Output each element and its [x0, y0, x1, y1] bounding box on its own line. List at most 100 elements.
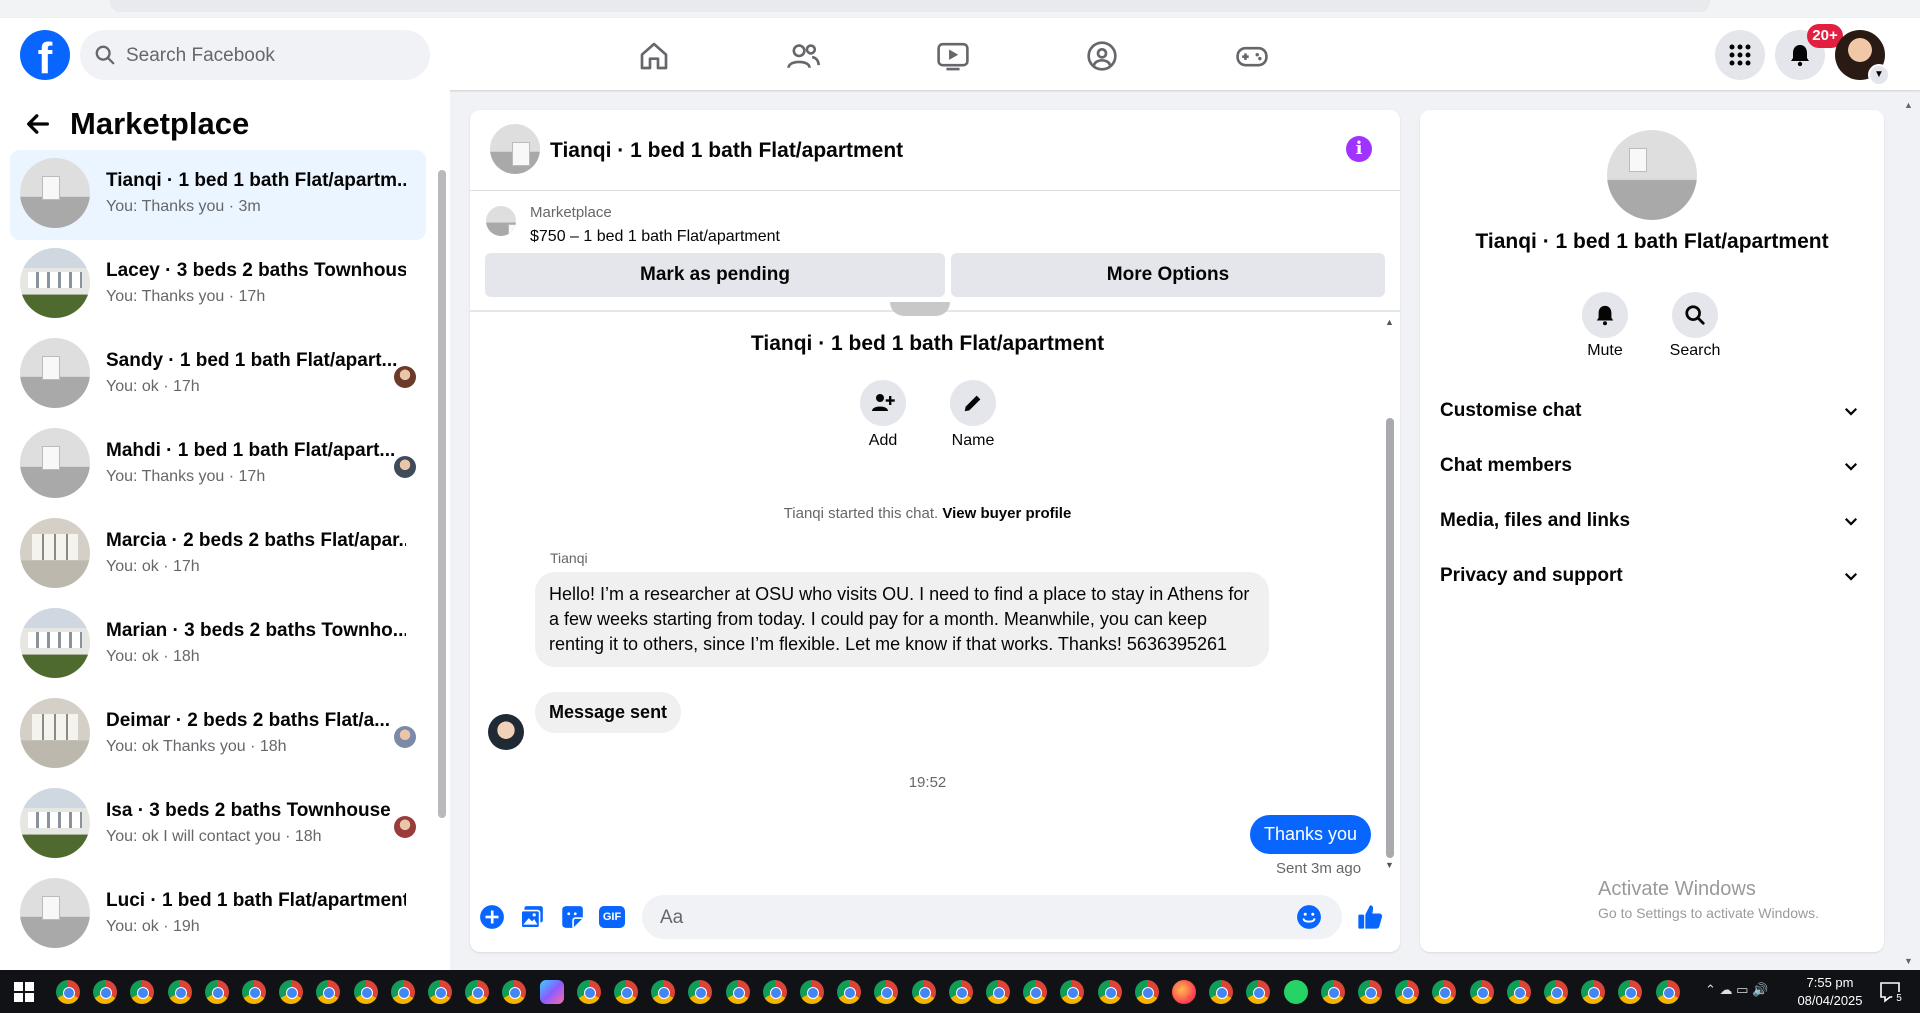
- scroll-down-icon[interactable]: ▼: [1385, 860, 1394, 870]
- chrome-icon[interactable]: [428, 980, 452, 1004]
- page-scroll-down-icon[interactable]: ▼: [1904, 956, 1913, 966]
- section-media-files-links[interactable]: Media, files and links: [1440, 502, 1870, 542]
- chrome-icon[interactable]: [1246, 980, 1271, 1004]
- chrome-icon[interactable]: [1432, 980, 1457, 1004]
- copilot-icon[interactable]: [539, 980, 564, 1004]
- chevron-down-icon[interactable]: ▼: [1868, 64, 1890, 86]
- chrome-icon[interactable]: [911, 980, 936, 1004]
- chrome-icon[interactable]: [56, 980, 80, 1004]
- search-input[interactable]: [124, 30, 418, 82]
- chrome-icon[interactable]: [837, 980, 862, 1004]
- chrome-icon[interactable]: [1506, 980, 1531, 1004]
- listing-thumbnail[interactable]: [486, 206, 516, 236]
- chat-avatar[interactable]: [490, 124, 540, 174]
- chrome-icon[interactable]: [1469, 980, 1494, 1004]
- conversation-item[interactable]: Marian · 3 beds 2 baths Townho... You: ok…: [10, 600, 426, 690]
- chrome-icon[interactable]: [986, 980, 1010, 1004]
- chrome-icon[interactable]: [204, 980, 229, 1004]
- chrome-icon[interactable]: [800, 980, 824, 1004]
- gaming-icon[interactable]: [1232, 36, 1272, 76]
- section-privacy-support[interactable]: Privacy and support: [1440, 557, 1870, 597]
- message-bubble[interactable]: Message sent: [535, 692, 682, 733]
- chrome-icon[interactable]: [651, 980, 676, 1004]
- chrome-icon[interactable]: [279, 980, 304, 1004]
- address-bar[interactable]: [110, 0, 1710, 12]
- details-avatar[interactable]: [1607, 130, 1697, 220]
- firefox-icon[interactable]: [1172, 980, 1196, 1004]
- chrome-icon[interactable]: [1544, 980, 1568, 1004]
- conversation-item[interactable]: Marcia · 2 beds 2 baths Flat/apar... You:…: [10, 510, 426, 600]
- chrome-icon[interactable]: [1097, 980, 1122, 1004]
- conversation-item[interactable]: Luci · 1 bed 1 bath Flat/apartment You: o…: [10, 870, 426, 960]
- friends-icon[interactable]: [783, 36, 823, 76]
- section-chat-members[interactable]: Chat members: [1440, 447, 1870, 487]
- listing-price[interactable]: $750 – 1 bed 1 bath Flat/apartment: [530, 228, 780, 246]
- chrome-icon[interactable]: [242, 980, 266, 1004]
- chrome-icon[interactable]: [762, 980, 787, 1004]
- system-tray[interactable]: ⌃ ☁ ▭ 🔊: [1705, 982, 1768, 998]
- chrome-icon[interactable]: [576, 980, 601, 1004]
- more-options-button[interactable]: More Options: [951, 253, 1385, 297]
- conversation-item[interactable]: Sandy · 1 bed 1 bath Flat/apart... You: o…: [10, 330, 426, 420]
- chrome-icon[interactable]: [614, 980, 638, 1004]
- menu-grid-button[interactable]: [1715, 30, 1765, 80]
- groups-icon[interactable]: [1082, 36, 1122, 76]
- chat-scrollbar[interactable]: [1386, 418, 1394, 858]
- chrome-icon[interactable]: [1320, 980, 1345, 1004]
- windows-start-icon[interactable]: [14, 982, 34, 1002]
- scroll-up-icon[interactable]: ▲: [1385, 317, 1394, 327]
- chrome-icon[interactable]: [130, 980, 155, 1004]
- search-in-chat-button[interactable]: [1672, 292, 1718, 338]
- emoji-icon[interactable]: [1296, 904, 1322, 930]
- chrome-icon[interactable]: [1209, 980, 1234, 1004]
- chrome-icon[interactable]: [167, 980, 192, 1004]
- sticker-button[interactable]: [558, 903, 586, 931]
- page-scroll-up-icon[interactable]: ▲: [1904, 100, 1913, 110]
- chrome-icon[interactable]: [1134, 980, 1159, 1004]
- chrome-icon[interactable]: [948, 980, 973, 1004]
- like-button[interactable]: [1356, 903, 1384, 931]
- sender-avatar[interactable]: [488, 714, 524, 750]
- more-actions-button[interactable]: [478, 903, 506, 931]
- chrome-icon[interactable]: [390, 980, 415, 1004]
- chrome-icon[interactable]: [1655, 980, 1680, 1004]
- conversation-item[interactable]: Deimar · 2 beds 2 baths Flat/a... You: ok…: [10, 690, 426, 780]
- message-bubble[interactable]: Hello! I’m a researcher at OSU who visit…: [535, 572, 1269, 667]
- chrome-icon[interactable]: [353, 980, 378, 1004]
- view-buyer-profile-link[interactable]: View buyer profile: [942, 505, 1071, 522]
- conversation-item[interactable]: Tianqi · 1 bed 1 bath Flat/apartm... You:…: [10, 150, 426, 240]
- section-customise-chat[interactable]: Customise chat: [1440, 392, 1870, 432]
- my-message-bubble[interactable]: Thanks you: [1250, 815, 1372, 854]
- conversation-item[interactable]: Mahdi · 1 bed 1 bath Flat/apart... You: T…: [10, 420, 426, 510]
- search-box[interactable]: [80, 30, 430, 82]
- chrome-icon[interactable]: [688, 980, 713, 1004]
- mark-as-pending-button[interactable]: Mark as pending: [485, 253, 945, 297]
- taskbar-clock[interactable]: 7:55 pm 08/04/2025: [1795, 974, 1865, 1010]
- home-icon[interactable]: [634, 36, 674, 76]
- chrome-icon[interactable]: [1023, 980, 1048, 1004]
- mute-button[interactable]: [1582, 292, 1628, 338]
- chrome-icon[interactable]: [874, 980, 899, 1004]
- chrome-icon[interactable]: [316, 980, 341, 1004]
- chrome-icon[interactable]: [1581, 980, 1606, 1004]
- chrome-icon[interactable]: [1395, 980, 1420, 1004]
- message-input[interactable]: [658, 895, 1282, 941]
- attach-photo-button[interactable]: [518, 903, 546, 931]
- conversation-item[interactable]: Isa · 3 beds 2 baths Townhouse You: ok I …: [10, 780, 426, 870]
- chat-title[interactable]: Tianqi · 1 bed 1 bath Flat/apartment: [550, 139, 903, 163]
- chrome-icon[interactable]: [465, 980, 490, 1004]
- chrome-icon[interactable]: [1060, 980, 1085, 1004]
- rename-button[interactable]: [950, 380, 996, 426]
- add-person-button[interactable]: [860, 380, 906, 426]
- video-icon[interactable]: [933, 36, 973, 76]
- compose-box[interactable]: [642, 895, 1342, 941]
- chrome-icon[interactable]: [1358, 980, 1382, 1004]
- sidebar-scrollbar[interactable]: [438, 170, 446, 818]
- info-icon[interactable]: i: [1346, 136, 1372, 162]
- back-arrow-icon[interactable]: [24, 110, 52, 138]
- facebook-logo-icon[interactable]: f: [20, 30, 70, 80]
- chrome-icon[interactable]: [502, 980, 527, 1004]
- chrome-icon[interactable]: [1618, 980, 1643, 1004]
- gif-button[interactable]: GIF: [598, 903, 626, 931]
- chrome-icon[interactable]: [93, 980, 118, 1004]
